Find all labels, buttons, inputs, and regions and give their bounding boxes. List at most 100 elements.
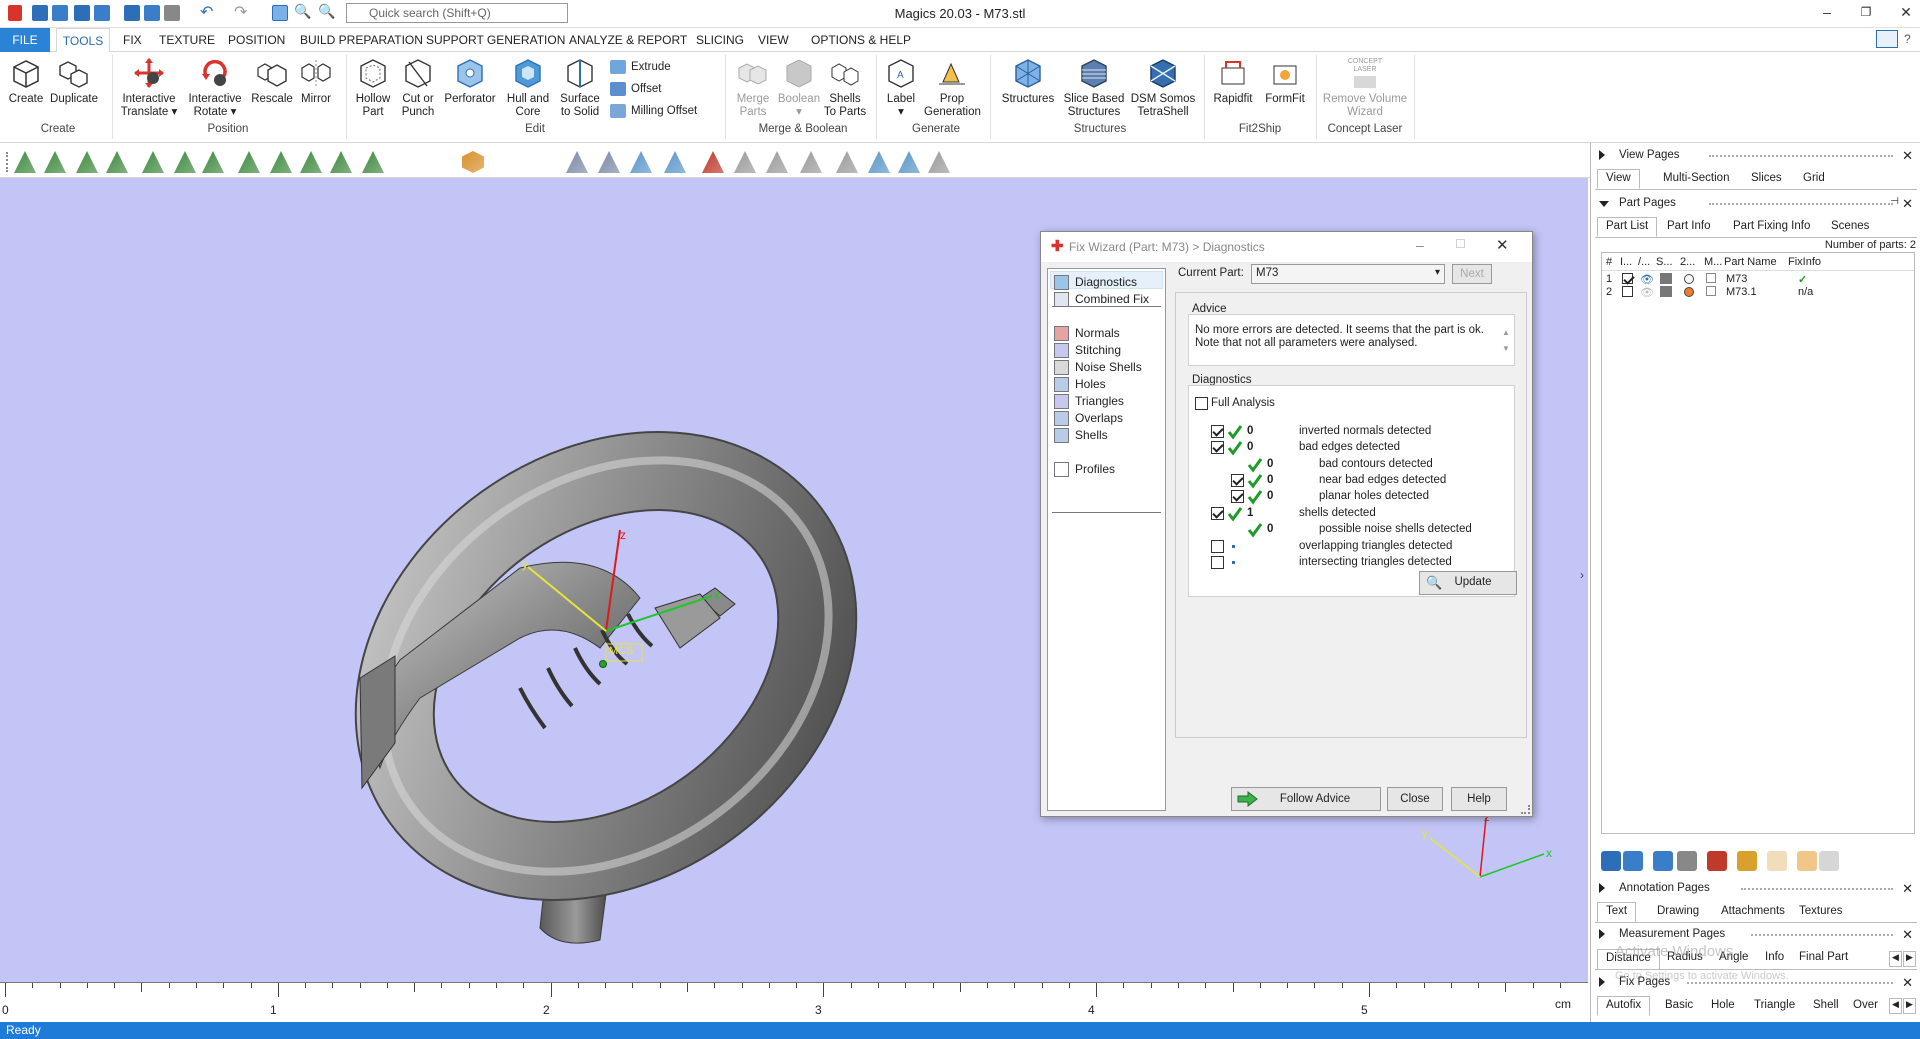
triangle-mark-icon[interactable] — [928, 151, 950, 173]
view-mode-icon[interactable] — [462, 151, 484, 173]
shading-icon[interactable] — [1660, 273, 1672, 284]
diagnostic-checkbox[interactable] — [1211, 540, 1224, 553]
hull-and-core-button[interactable]: Hull and Core — [504, 56, 552, 119]
menu-texture[interactable]: TEXTURE — [159, 33, 215, 47]
tab-scroll-left-icon[interactable]: ◀ — [1889, 998, 1902, 1014]
column-header[interactable]: Part Name — [1724, 256, 1777, 268]
select-tool-icon[interactable] — [270, 151, 292, 173]
resize-grip[interactable] — [1521, 805, 1530, 814]
prop-generation-button[interactable]: Prop Generation — [924, 56, 981, 119]
select-tool-icon[interactable] — [14, 151, 36, 173]
tab-view[interactable]: View — [1597, 169, 1640, 189]
close-icon[interactable]: ✕ — [1902, 196, 1913, 212]
extrude-button[interactable]: Extrude — [610, 60, 671, 74]
import-part-icon[interactable] — [1601, 851, 1621, 871]
view-mode-icon[interactable] — [528, 151, 550, 173]
diagnostic-checkbox[interactable] — [1231, 474, 1244, 487]
diagnostic-checkbox[interactable] — [1231, 490, 1244, 503]
nav-item-holes[interactable]: Holes — [1054, 377, 1106, 393]
delete-part-icon[interactable] — [1707, 851, 1727, 871]
dsm-somos-tetrashell-button[interactable]: DSM Somos TetraShell — [1130, 56, 1196, 119]
mirror-button[interactable]: Mirror — [296, 56, 336, 106]
color-part-icon[interactable] — [1797, 851, 1817, 871]
nav-item-diagnostics[interactable]: Diagnostics — [1054, 275, 1137, 291]
select-tool-icon[interactable] — [142, 151, 164, 173]
close-icon[interactable]: ✕ — [1902, 148, 1913, 164]
interactive-translate-button[interactable]: Interactive Translate ▾ — [118, 56, 180, 119]
column-header[interactable]: I... — [1620, 256, 1632, 268]
tab-textures[interactable]: Textures — [1791, 903, 1850, 923]
more-icon[interactable] — [1819, 851, 1839, 871]
nav-item-shells[interactable]: Shells — [1054, 428, 1108, 444]
triangle-mark-icon[interactable] — [702, 151, 724, 173]
part-color-icon[interactable] — [1684, 274, 1694, 284]
triangle-mark-icon[interactable] — [566, 151, 588, 173]
formfit-button[interactable]: FormFit — [1260, 56, 1310, 106]
select-tool-icon[interactable] — [362, 151, 384, 173]
perforator-button[interactable]: Perforator — [442, 56, 498, 106]
triangle-mark-icon[interactable] — [598, 151, 620, 173]
tab-final-part[interactable]: Final Part — [1791, 949, 1856, 969]
part-visible-checkbox[interactable] — [1622, 273, 1633, 284]
label-part-icon[interactable] — [1767, 851, 1787, 871]
nav-item-noise-shells[interactable]: Noise Shells — [1054, 360, 1142, 376]
rescale-button[interactable]: Rescale — [250, 56, 294, 106]
milling-offset-button[interactable]: Milling Offset — [610, 104, 697, 118]
view-mode-icon[interactable] — [494, 151, 516, 173]
nav-item-triangles[interactable]: Triangles — [1054, 394, 1124, 410]
annotation-pages-header[interactable]: Annotation Pages ✕ — [1591, 879, 1920, 899]
menu-view[interactable]: VIEW — [758, 33, 789, 47]
tab-shell[interactable]: Shell — [1805, 997, 1847, 1017]
eye-icon[interactable]: 👁 — [1640, 273, 1654, 286]
column-header[interactable]: S... — [1656, 256, 1673, 268]
select-tool-icon[interactable] — [76, 151, 98, 173]
menu-position[interactable]: POSITION — [228, 33, 285, 47]
select-tool-icon[interactable] — [330, 151, 352, 173]
close-icon[interactable]: ✕ — [1902, 881, 1913, 897]
duplicate-part-icon[interactable] — [1653, 851, 1673, 871]
current-part-select[interactable]: M73 ▾ — [1251, 264, 1445, 284]
surface-to-solid-button[interactable]: Surface to Solid — [556, 56, 604, 119]
hollow-part-button[interactable]: Hollow Part — [352, 56, 394, 119]
measurement-pages-header[interactable]: Measurement Pages ✕ — [1591, 925, 1920, 945]
menu-file[interactable]: FILE — [0, 28, 50, 52]
nav-item-normals[interactable]: Normals — [1054, 326, 1120, 342]
column-header[interactable]: 2... — [1680, 256, 1695, 268]
tab-info[interactable]: Info — [1757, 949, 1792, 969]
nav-item-stitching[interactable]: Stitching — [1054, 343, 1121, 359]
diagnostic-checkbox[interactable] — [1211, 441, 1224, 454]
tab-slices[interactable]: Slices — [1743, 170, 1790, 190]
select-tool-icon[interactable] — [300, 151, 322, 173]
triangle-mark-icon[interactable] — [800, 151, 822, 173]
structures-button[interactable]: Structures — [996, 56, 1060, 106]
minimize-button[interactable]: – — [1817, 4, 1837, 20]
triangle-mark-icon[interactable] — [664, 151, 686, 173]
tab-grid[interactable]: Grid — [1795, 170, 1833, 190]
fix-pages-header[interactable]: Fix Pages ✕ — [1591, 973, 1920, 993]
tab-basic[interactable]: Basic — [1657, 997, 1701, 1017]
panel-splitter-handle[interactable]: › — [1580, 568, 1586, 584]
column-header[interactable]: # — [1606, 256, 1612, 268]
update-button[interactable]: 🔍 Update — [1419, 571, 1517, 595]
select-tool-icon[interactable] — [202, 151, 224, 173]
part-row[interactable]: 2 👁 M73.1 n/a — [1602, 286, 1914, 299]
triangle-mark-icon[interactable] — [898, 151, 920, 173]
diagnostic-checkbox[interactable] — [1211, 556, 1224, 569]
diagnostic-checkbox[interactable] — [1211, 507, 1224, 520]
interactive-rotate-button[interactable]: Interactive Rotate ▾ — [184, 56, 246, 119]
diagnostic-checkbox[interactable] — [1211, 425, 1224, 438]
tab-scroll-left-icon[interactable]: ◀ — [1889, 951, 1902, 967]
duplicate-button[interactable]: Duplicate — [48, 56, 100, 106]
select-all-icon[interactable] — [1623, 851, 1643, 871]
tab-drawing[interactable]: Drawing — [1649, 903, 1707, 923]
close-button[interactable]: Close — [1387, 787, 1443, 811]
tab-part-info[interactable]: Part Info — [1659, 218, 1718, 238]
view-mode-icon[interactable] — [400, 151, 422, 173]
menu-support-generation[interactable]: SUPPORT GENERATION — [426, 33, 565, 47]
pin-icon[interactable]: ⊣ — [1890, 196, 1899, 207]
triangle-mark-icon[interactable] — [734, 151, 756, 173]
select-tool-icon[interactable] — [238, 151, 260, 173]
part-visible-checkbox[interactable] — [1622, 286, 1633, 297]
tab-scenes[interactable]: Scenes — [1823, 218, 1877, 238]
offset-button[interactable]: Offset — [610, 82, 661, 96]
